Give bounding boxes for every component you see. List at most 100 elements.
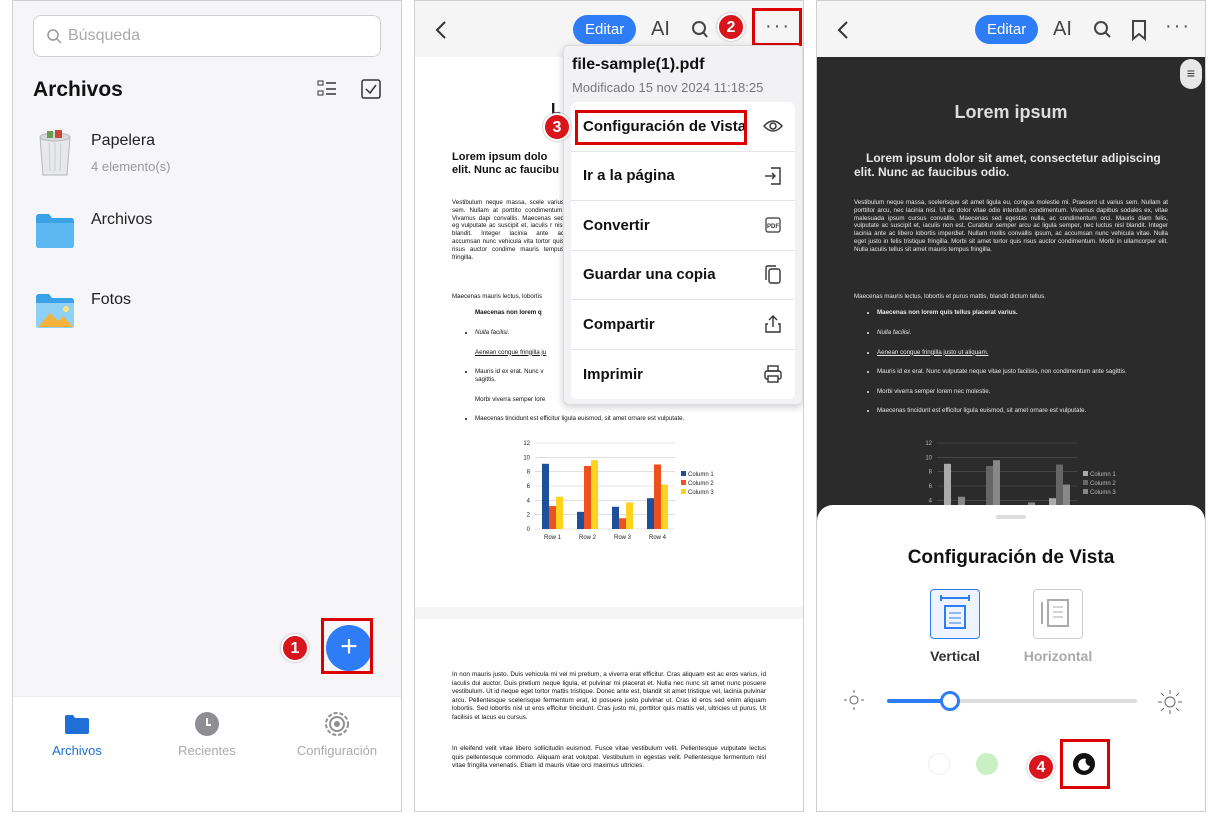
gear-icon [325,712,349,736]
vertical-label: Vertical [930,648,980,664]
menu-item-save-copy[interactable]: Guardar una copia [571,251,795,300]
list-item-fotos[interactable]: Fotos [35,291,131,329]
select-checkbox-icon[interactable] [361,79,381,99]
item-name: Fotos [91,291,132,308]
file-browser-screen: Búsqueda Archivos Papelera 4 elemento(s)… [12,0,402,812]
y-tick-label: 8 [929,470,933,476]
pdf-paragraph: Maecenas mauris lectus, lobortis [452,293,543,300]
search-input[interactable]: Búsqueda [33,15,381,57]
file-name: file-sample(1).pdf [572,56,705,73]
bar [577,511,584,529]
tab-configuracion[interactable]: Configuración [277,712,397,758]
list-item: Maecenas tincidunt est efficitur ligula … [475,415,684,423]
edit-button[interactable]: Editar [573,15,637,44]
y-tick-label: 6 [527,484,531,490]
bar [619,518,626,529]
legend-label: Column 1 [688,472,714,478]
search-icon[interactable] [692,20,708,40]
list-item-papelera[interactable]: Papelera 4 elemento(s) [35,129,170,177]
theme-white-button[interactable] [928,753,950,775]
item-name: Papelera [91,132,156,149]
list-item-archivos[interactable]: Archivos [35,211,152,249]
bar [626,502,633,529]
ai-button[interactable]: AI [1053,18,1072,41]
printer-icon [764,365,782,383]
more-options-icon[interactable]: ··· [1165,15,1191,38]
ai-button[interactable]: AI [651,18,670,41]
menu-item-label: Imprimir [583,365,644,383]
back-icon[interactable] [435,20,447,40]
more-options-menu: file-sample(1).pdf Modificado 15 nov 202… [563,45,803,405]
menu-item-share[interactable]: Compartir [571,300,795,350]
brightness-low-icon [844,690,864,710]
horizontal-scroll-icon [1041,599,1069,627]
bar [612,506,619,529]
trash-icon [39,130,71,176]
highlight-box [575,110,747,145]
legend-swatch [1083,471,1088,476]
bar [584,465,591,529]
step-badge: 2 [717,13,745,41]
pdf-paragraph: In non mauris justo. Duis vehicula mi ve… [452,671,766,721]
menu-item-go-to-page[interactable]: Ir a la página [571,152,795,201]
folder-icon [36,214,74,248]
vertical-mode-button[interactable] [930,589,980,639]
photos-folder-icon [36,294,74,328]
pdf-viewer-dark-mode-screen: Editar AI ··· ≡ Lorem ipsum Lorem ipsum … [816,0,1206,812]
step-badge: 1 [281,634,309,662]
y-tick-label: 12 [925,441,932,447]
menu-item-label: Ir a la página [583,167,675,185]
pdf-paragraph: Maecenas mauris lectus, lobortis et puru… [854,293,1046,300]
menu-item-convert[interactable]: Convertir PDF [571,201,795,251]
list-item: Aenean congue fringilla justo ut aliquam… [877,349,1167,357]
top-bar: Editar AI ··· [817,1,1205,57]
brightness-slider-knob[interactable] [939,691,960,711]
legend-swatch [1083,489,1088,494]
bar [654,464,661,529]
item-name: Archivos [91,211,153,228]
list-item: Mauris id ex erat. Nunc vulputate neque … [877,368,1167,376]
y-tick-label: 2 [527,513,531,519]
vertical-scroll-icon [940,595,970,629]
list-item: Aenean congue fringilla ju [475,349,565,357]
menu-item-print[interactable]: Imprimir [571,350,795,400]
y-tick-label: 10 [523,455,530,461]
page-title: Archivos [33,78,123,101]
step-badge: 4 [1027,753,1055,781]
bar [591,460,598,529]
list-view-icon[interactable] [317,80,337,98]
pdf-viewer-menu-screen: Editar AI ··· 2 L Lorem ipsum dolo elit.… [414,0,804,812]
back-icon[interactable] [837,20,849,40]
pdf-page-dark: Lorem ipsum Lorem ipsum dolor sit amet, … [817,57,1205,541]
legend-swatch [1083,480,1088,485]
menu-item-label: Convertir [583,216,650,234]
legend-swatch [681,480,686,485]
tab-recientes[interactable]: Recientes [147,712,267,758]
y-tick-label: 4 [929,498,933,504]
edit-button[interactable]: Editar [975,15,1039,44]
search-icon[interactable] [1094,20,1112,40]
brightness-high-icon [1158,690,1182,714]
brightness-slider[interactable] [887,691,1137,711]
pdf-page: In non mauris justo. Duis vehicula mi ve… [415,619,803,811]
pdf-paragraph: Vestibulum neque massa, scelerisque sit … [854,199,1168,253]
drag-handle[interactable] [996,515,1026,519]
menu-item-label: Guardar una copia [583,266,716,284]
x-tick-label: Row 1 [544,535,562,541]
x-tick-label: Row 2 [579,535,597,541]
pdf-paragraph: In eleifend velit vitae libero sollicitu… [452,745,766,770]
legend-label: Column 3 [688,490,714,496]
bar-chart: 0 2 4 6 8 10 12 Row 1 Row 2 Row 3 Row 4 Column 1 Col… [523,441,714,541]
pdf-paragraph: Vestibulum neque massa, scele varius sem… [452,199,564,261]
bookmark-icon[interactable] [1131,19,1147,41]
bottom-tab-bar: Archivos Recientes Configuración [13,696,401,811]
copy-icon [765,265,781,284]
more-options-icon[interactable]: ··· [765,15,791,38]
theme-green-button[interactable] [976,753,998,775]
tab-archivos[interactable]: Archivos [17,713,137,758]
convert-pdf-icon: PDF [765,217,781,233]
y-tick-label: 4 [527,498,531,504]
horizontal-mode-button[interactable] [1033,589,1083,639]
x-tick-label: Row 3 [614,535,632,541]
menu-items: Configuración de Vista Ir a la página Co… [571,102,795,399]
